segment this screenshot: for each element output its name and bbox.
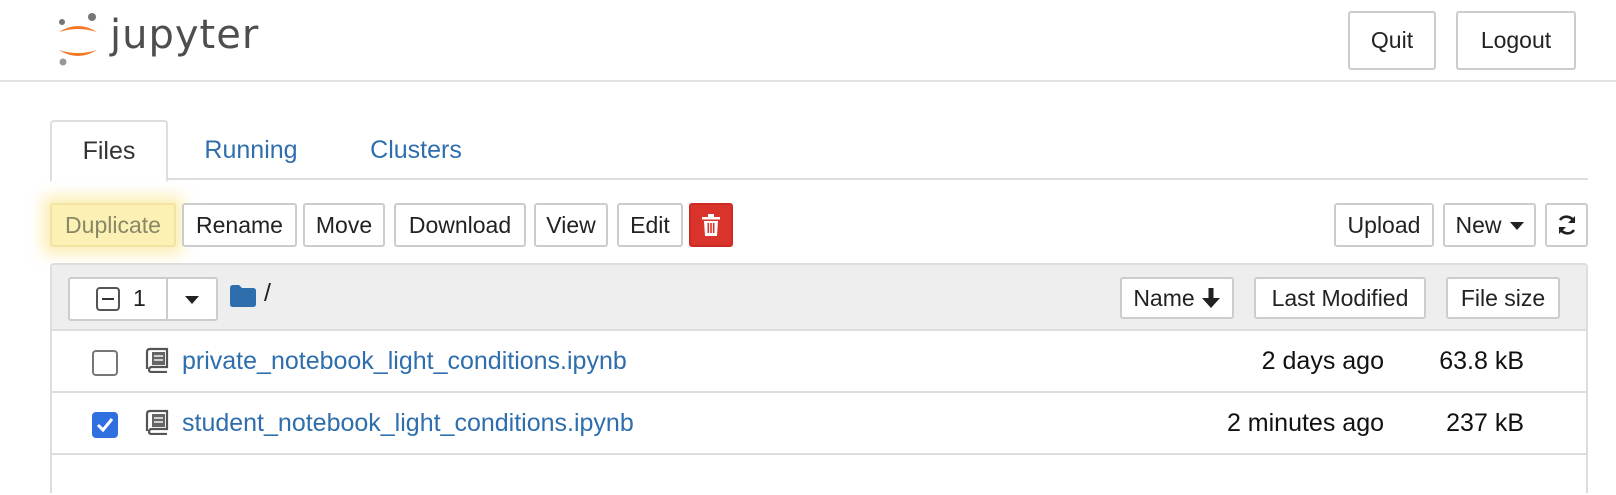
upload-button[interactable]: Upload — [1334, 203, 1434, 247]
file-list-header: 1 / Name Last Modified File size — [52, 265, 1586, 331]
file-checkbox[interactable] — [92, 350, 118, 376]
logo-text: jupyter — [110, 12, 260, 58]
refresh-button[interactable] — [1545, 203, 1588, 247]
tab-clusters[interactable]: Clusters — [356, 120, 476, 180]
file-name-link[interactable]: private_notebook_light_conditions.ipynb — [182, 347, 627, 376]
header: jupyter Quit Logout — [0, 0, 1616, 82]
rename-button[interactable]: Rename — [182, 203, 297, 247]
file-modified: 2 minutes ago — [1226, 409, 1384, 437]
caret-down-icon — [185, 296, 199, 304]
indeterminate-checkbox-icon — [96, 287, 120, 311]
new-label: New — [1455, 211, 1502, 238]
tab-running[interactable]: Running — [190, 120, 312, 180]
duplicate-button[interactable]: Duplicate — [50, 203, 176, 247]
tab-files[interactable]: Files — [50, 120, 168, 182]
edit-button[interactable]: Edit — [617, 203, 683, 247]
folder-icon[interactable] — [230, 285, 256, 307]
sort-name-label: Name — [1133, 284, 1195, 311]
checkmark-icon — [96, 418, 114, 433]
file-row[interactable]: private_notebook_light_conditions.ipynb … — [52, 331, 1586, 393]
download-button[interactable]: Download — [394, 203, 526, 247]
file-size: 63.8 kB — [1439, 347, 1524, 375]
new-dropdown-button[interactable]: New — [1443, 203, 1536, 247]
notebook-icon — [145, 409, 169, 435]
breadcrumb-root[interactable]: / — [264, 279, 271, 308]
sort-by-size-button[interactable]: File size — [1446, 277, 1560, 319]
file-checkbox[interactable] — [92, 412, 118, 438]
caret-down-icon — [1509, 222, 1524, 230]
file-row[interactable]: student_notebook_light_conditions.ipynb … — [52, 393, 1586, 455]
notebook-icon — [145, 347, 169, 373]
jupyter-logo-icon — [59, 13, 97, 66]
logout-button[interactable]: Logout — [1456, 11, 1576, 70]
quit-button[interactable]: Quit — [1348, 11, 1436, 70]
jupyter-logo[interactable]: jupyter — [56, 10, 276, 70]
file-size: 237 kB — [1446, 409, 1524, 437]
selected-count: 1 — [133, 285, 146, 311]
file-row-partial — [52, 455, 1586, 495]
delete-button[interactable] — [689, 203, 733, 247]
file-list-panel: 1 / Name Last Modified File size private… — [50, 263, 1588, 495]
selection-control: 1 — [68, 277, 218, 321]
trash-icon — [702, 214, 720, 236]
file-modified: 2 days ago — [1261, 347, 1384, 375]
file-name-link[interactable]: student_notebook_light_conditions.ipynb — [182, 409, 634, 438]
arrow-down-icon — [1201, 288, 1220, 308]
move-button[interactable]: Move — [303, 203, 385, 247]
select-all-button[interactable]: 1 — [70, 279, 168, 319]
view-button[interactable]: View — [534, 203, 608, 247]
selection-dropdown-button[interactable] — [168, 279, 216, 319]
refresh-icon — [1558, 215, 1575, 235]
sort-by-modified-button[interactable]: Last Modified — [1254, 277, 1426, 319]
sort-by-name-button[interactable]: Name — [1120, 277, 1234, 319]
